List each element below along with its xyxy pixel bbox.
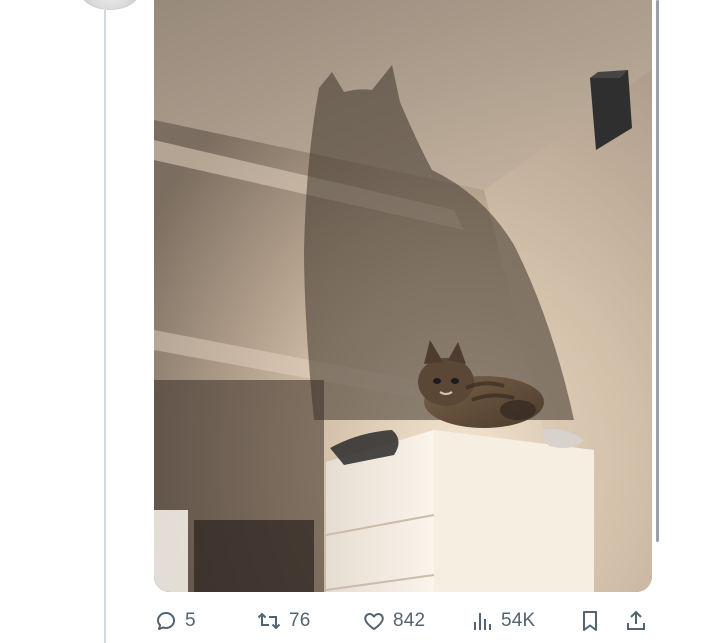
bar-chart-icon: [470, 609, 494, 633]
post-media-photo[interactable]: [154, 0, 652, 592]
scrollbar[interactable]: [656, 0, 659, 542]
retweet-arrows-icon: [256, 609, 282, 633]
bookmark-icon: [578, 609, 602, 633]
post-actions-bar: 5 76 842 54K: [150, 604, 660, 638]
like-count: 842: [393, 610, 426, 631]
thread-line: [104, 10, 106, 643]
avatar[interactable]: [80, 0, 140, 10]
speech-bubble-icon: [154, 609, 178, 633]
retweet-button[interactable]: 76: [256, 604, 311, 638]
reply-count: 5: [185, 610, 196, 631]
views-button[interactable]: 54K: [470, 604, 535, 638]
retweet-count: 76: [289, 610, 311, 631]
view-count: 54K: [501, 610, 536, 631]
cat-shadow-photo: [154, 0, 652, 592]
reply-button[interactable]: 5: [154, 604, 196, 638]
share-button[interactable]: [624, 604, 648, 638]
bookmark-button[interactable]: [578, 604, 602, 638]
post-container: 5 76 842 54K: [0, 0, 720, 643]
heart-icon: [362, 609, 386, 633]
like-button[interactable]: 842: [362, 604, 425, 638]
share-upload-icon: [624, 609, 648, 633]
